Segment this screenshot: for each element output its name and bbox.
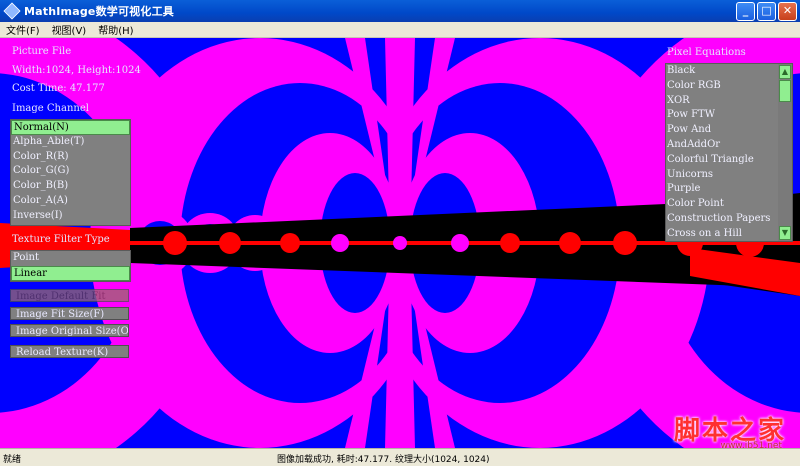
equation-item[interactable]: Purple [666,182,792,197]
menu-view[interactable]: 视图(V) [46,22,93,37]
window-title: MathImage数学可视化工具 [24,5,174,18]
equation-item[interactable]: Pow FTW [666,108,792,123]
equation-item[interactable]: Color Point [666,197,792,212]
equation-item[interactable]: AndAddOr [666,138,792,153]
image-channel-list[interactable]: Normal(N) Alpha_Able(T) Color_R(R) Color… [10,119,131,226]
menu-help[interactable]: 帮助(H) [92,22,139,37]
picture-file-title: Picture File [12,46,72,57]
status-message: 图像加载成功, 耗时:47.177. 纹理大小(1024, 1024) [277,455,490,465]
menu-file[interactable]: 文件(F) [0,22,46,37]
image-size-text: Width:1024, Height:1024 [12,65,141,76]
channel-item-alpha[interactable]: Alpha_Able(T) [11,135,130,150]
scroll-thumb[interactable] [779,80,791,102]
pixel-equations-title: Pixel Equations [667,47,746,58]
equation-item[interactable]: Construction Papers [666,212,792,227]
title-bar[interactable]: MathImage数学可视化工具 _ □ ✕ [0,0,800,22]
equation-item[interactable]: Colorful Triangle [666,153,792,168]
cost-time-text: Cost Time: 47.177 [12,83,105,94]
channel-item-normal[interactable]: Normal(N) [11,120,130,135]
minimize-icon[interactable]: _ [736,2,755,21]
image-fit-size-button[interactable]: Image Fit Size(F) [10,307,129,320]
equations-scrollbar[interactable]: ▲ ▼ [778,64,792,241]
channel-item-inverse[interactable]: Inverse(I) [11,209,130,224]
equation-item[interactable]: Pow And [666,123,792,138]
texture-filter-list[interactable]: Point Linear [10,250,131,282]
close-icon[interactable]: ✕ [778,2,797,21]
reload-texture-button[interactable]: Reload Texture(K) [10,345,129,358]
equation-item[interactable]: Unicorns [666,168,792,183]
window-controls: _ □ ✕ [736,2,797,21]
filter-item-linear[interactable]: Linear [11,265,130,281]
filter-item-point[interactable]: Point [11,251,130,266]
pixel-equations-list[interactable]: Black Color RGB XOR Pow FTW Pow And AndA… [665,63,793,242]
channel-item-blue[interactable]: Color_B(B) [11,179,130,194]
status-ready: 就绪 [3,455,22,465]
image-default-fit-button[interactable]: Image Default Fit [10,289,129,302]
status-bar: 就绪 图像加载成功, 耗时:47.177. 纹理大小(1024, 1024) [0,448,800,466]
equation-item[interactable]: XOR [666,94,792,109]
equation-item[interactable]: Color RGB [666,79,792,94]
app-icon [3,2,21,20]
menu-bar: 文件(F) 视图(V) 帮助(H) [0,22,800,38]
channel-item-alpha-a[interactable]: Color_A(A) [11,194,130,209]
image-original-size-button[interactable]: Image Original Size(O) [10,324,129,337]
channel-item-green[interactable]: Color_G(G) [11,164,130,179]
image-channel-title: Image Channel [12,103,89,114]
scroll-up-icon[interactable]: ▲ [779,65,791,79]
scroll-down-icon[interactable]: ▼ [779,226,791,240]
texture-filter-title: Texture Filter Type [12,234,110,245]
equation-item[interactable]: Black [666,64,792,79]
equation-item[interactable]: Cross on a Hill [666,227,792,241]
channel-item-red[interactable]: Color_R(R) [11,150,130,165]
maximize-icon[interactable]: □ [757,2,776,21]
